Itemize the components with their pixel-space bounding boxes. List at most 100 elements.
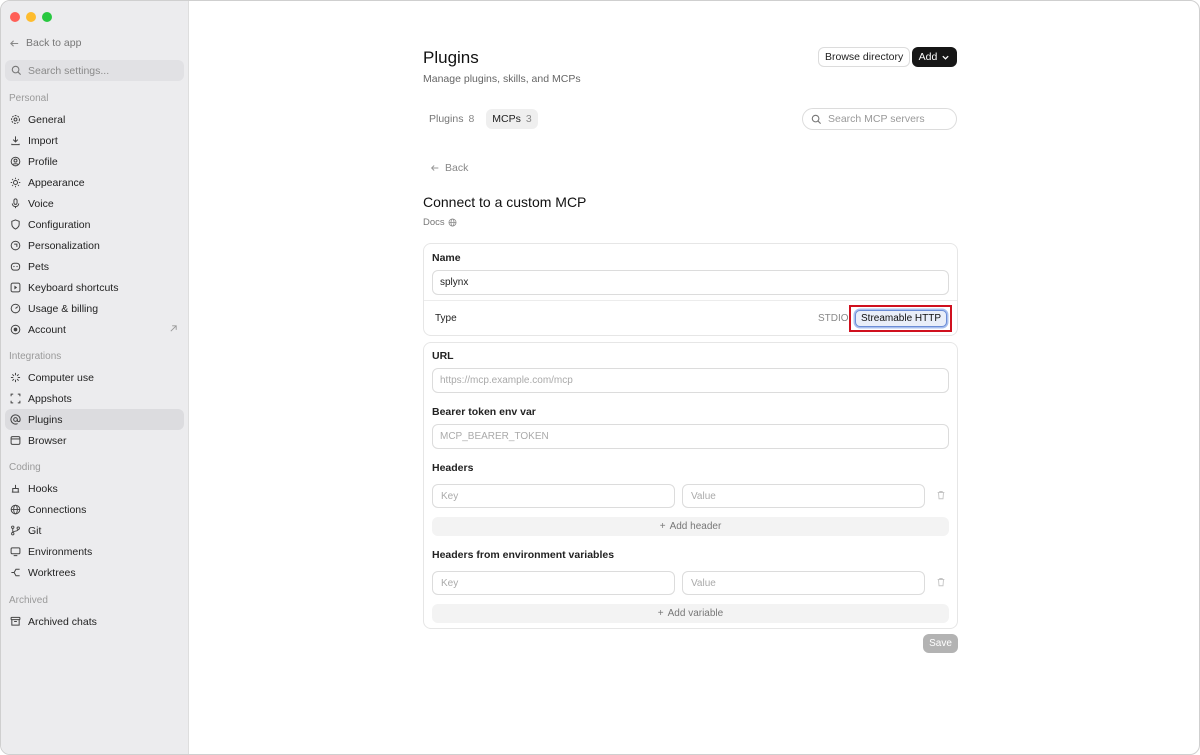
docs-link[interactable]: Docs: [423, 217, 457, 228]
sidebar-item-keyboard-shortcuts[interactable]: Keyboard shortcuts: [5, 277, 184, 298]
mcp-search-input[interactable]: Search MCP servers: [802, 108, 957, 130]
sidebar-item-import[interactable]: Import: [5, 130, 184, 151]
zoom-window-button[interactable]: [42, 12, 52, 22]
sidebar-item-label: Account: [28, 323, 66, 336]
save-button[interactable]: Save: [923, 634, 958, 653]
add-header-label: Add header: [669, 521, 722, 532]
trash-icon[interactable]: [936, 577, 946, 590]
sidebar-item-archived-chats[interactable]: Archived chats: [5, 611, 184, 632]
add-button-label: Add: [918, 51, 938, 63]
sidebar-item-worktrees[interactable]: Worktrees: [5, 562, 184, 583]
play-box-icon: [10, 282, 21, 293]
sidebar-item-label: Voice: [28, 197, 54, 210]
arrow-left-icon: [430, 165, 439, 171]
screenshot-icon: [10, 393, 21, 404]
divider: [424, 300, 957, 301]
page-subtitle: Manage plugins, skills, and MCPs: [423, 73, 581, 85]
name-input[interactable]: splynx: [432, 270, 949, 295]
header-value-input[interactable]: Value: [682, 484, 925, 508]
bearer-token-label: Bearer token env var: [432, 406, 536, 418]
header-key-input[interactable]: Key: [432, 484, 675, 508]
sidebar-item-label: Configuration: [28, 218, 91, 231]
mcp-search-placeholder: Search MCP servers: [828, 113, 925, 125]
sidebar-item-browser[interactable]: Browser: [5, 430, 184, 451]
settings-search-input[interactable]: Search settings...: [5, 60, 184, 81]
sidebar-item-label: Git: [28, 524, 42, 537]
sidebar-item-label: Profile: [28, 155, 58, 168]
tab-plugins[interactable]: Plugins 8: [423, 109, 480, 129]
sidebar-item-configuration[interactable]: Configuration: [5, 214, 184, 235]
env-value-input[interactable]: Value: [682, 571, 925, 595]
tab-count: 8: [468, 113, 475, 125]
sidebar-item-personalization[interactable]: Personalization: [5, 235, 184, 256]
minimize-window-button[interactable]: [26, 12, 36, 22]
tab-count: 3: [525, 113, 532, 125]
url-input[interactable]: https://mcp.example.com/mcp: [432, 368, 949, 393]
sidebar-item-environments[interactable]: Environments: [5, 541, 184, 562]
monitor-icon: [10, 546, 21, 557]
archive-icon: [10, 616, 21, 627]
sidebar-item-label: Connections: [28, 503, 87, 516]
sidebar-item-label: Environments: [28, 545, 93, 558]
sidebar-item-label: General: [28, 113, 66, 126]
add-variable-button[interactable]: + Add variable: [432, 604, 949, 623]
connection-settings-card: URL https://mcp.example.com/mcp Bearer t…: [423, 342, 958, 629]
arrow-left-icon: [10, 39, 19, 47]
microphone-icon: [10, 198, 21, 209]
sidebar-item-hooks[interactable]: Hooks: [5, 478, 184, 499]
account-icon: [10, 324, 21, 335]
sidebar-item-label: Plugins: [28, 413, 63, 426]
sidebar-item-appshots[interactable]: Appshots: [5, 388, 184, 409]
close-window-button[interactable]: [10, 12, 20, 22]
section-archived: Archived: [9, 595, 48, 606]
sidebar-item-connections[interactable]: Connections: [5, 499, 184, 520]
sidebar-item-label: Pets: [28, 260, 50, 273]
sidebar-item-appearance[interactable]: Appearance: [5, 172, 184, 193]
browse-directory-button[interactable]: Browse directory: [818, 47, 911, 67]
highlight-box: [849, 305, 952, 332]
sidebar-item-label: Computer use: [28, 371, 94, 384]
sidebar-item-git[interactable]: Git: [5, 520, 184, 541]
add-header-button[interactable]: + Add header: [432, 517, 949, 536]
chevron-down-icon: [942, 55, 949, 60]
pet-icon: [10, 261, 21, 272]
sidebar-item-label: Keyboard shortcuts: [28, 281, 119, 294]
back-to-app-label: Back to app: [26, 37, 82, 49]
globe-icon: [448, 218, 457, 227]
sparkle-circle-icon: [10, 240, 21, 251]
sidebar-item-computer-use[interactable]: Computer use: [5, 367, 184, 388]
back-button[interactable]: Back: [430, 162, 468, 174]
tab-label: Plugins: [429, 113, 464, 125]
tab-label: MCPs: [492, 113, 521, 125]
docs-label: Docs: [423, 217, 445, 228]
env-key-input[interactable]: Key: [432, 571, 675, 595]
sidebar: Back to app Search settings... Personal …: [1, 1, 189, 754]
section-integrations: Integrations: [9, 351, 62, 362]
section-coding: Coding: [9, 462, 41, 473]
sidebar-item-voice[interactable]: Voice: [5, 193, 184, 214]
sidebar-item-pets[interactable]: Pets: [5, 256, 184, 277]
bearer-token-input[interactable]: MCP_BEARER_TOKEN: [432, 424, 949, 449]
name-label: Name: [432, 252, 461, 264]
hook-icon: [10, 483, 21, 494]
sidebar-item-label: Appshots: [28, 392, 72, 405]
sidebar-item-account[interactable]: Account: [5, 319, 184, 340]
plus-icon: +: [657, 608, 664, 619]
add-button[interactable]: Add: [912, 47, 957, 67]
sidebar-item-plugins[interactable]: Plugins: [5, 409, 184, 430]
add-variable-label: Add variable: [667, 608, 724, 619]
trash-icon[interactable]: [936, 490, 946, 503]
form-title: Connect to a custom MCP: [423, 194, 587, 210]
at-sign-icon: [10, 414, 21, 425]
sidebar-item-general[interactable]: General: [5, 109, 184, 130]
sidebar-item-label: Hooks: [28, 482, 58, 495]
worktree-icon: [10, 567, 21, 578]
sidebar-item-profile[interactable]: Profile: [5, 151, 184, 172]
env-headers-label: Headers from environment variables: [432, 549, 615, 561]
type-option-stdio[interactable]: STDIO: [818, 313, 849, 324]
gauge-icon: [10, 303, 21, 314]
sidebar-item-usage-billing[interactable]: Usage & billing: [5, 298, 184, 319]
back-to-app-link[interactable]: Back to app: [9, 37, 81, 49]
tab-mcps[interactable]: MCPs 3: [486, 109, 538, 129]
window-controls: [10, 12, 52, 22]
